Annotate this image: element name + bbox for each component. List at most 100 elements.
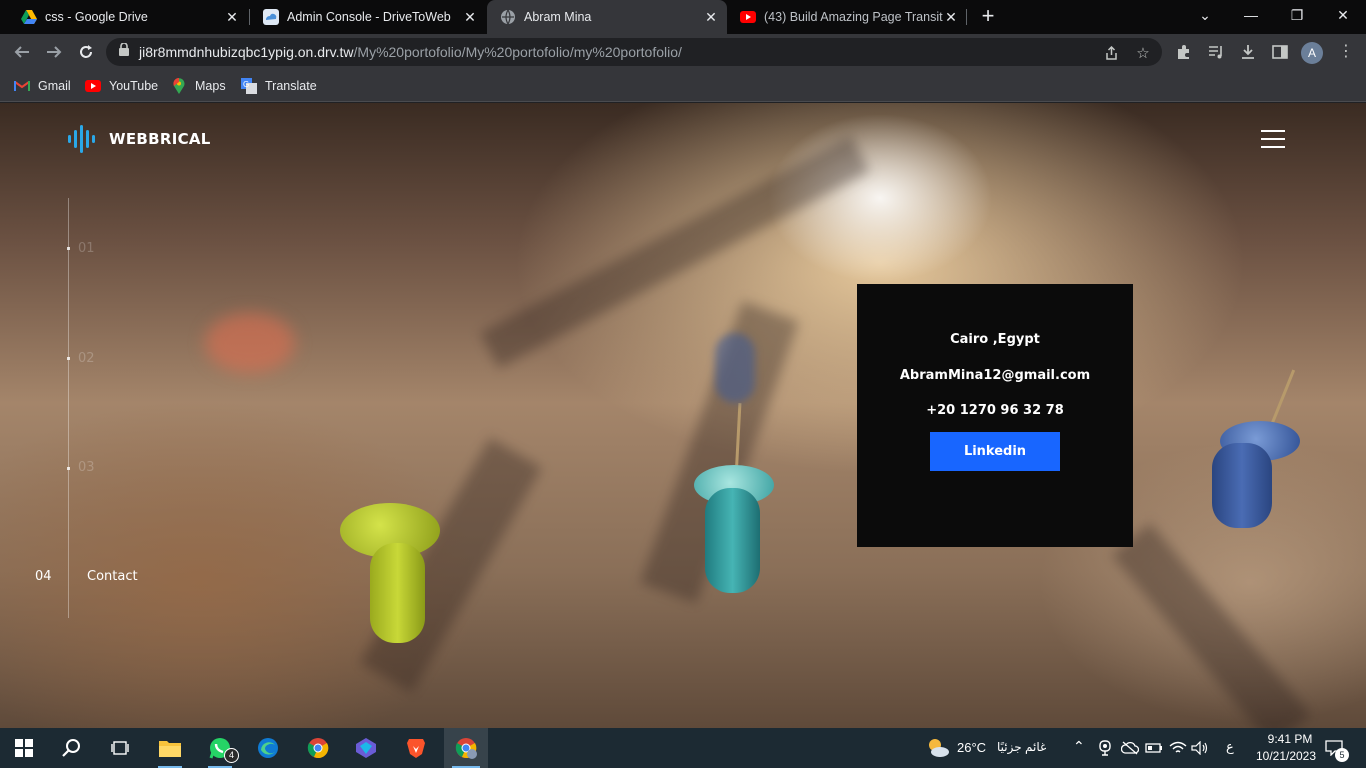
section-dot — [67, 247, 70, 250]
windows-taskbar: 4 26°C غائم جزئيًا ⌃ ع 9:41 PM 10/21/202… — [0, 728, 1366, 768]
tab-divider — [966, 9, 967, 25]
bookmark-gmail[interactable]: Gmail — [14, 76, 71, 96]
weather-icon[interactable] — [922, 728, 954, 768]
chrome-icon[interactable] — [298, 728, 338, 768]
close-window-button[interactable]: ✕ — [1320, 0, 1366, 30]
star-icon[interactable]: ☆ — [1134, 44, 1152, 62]
weather-description[interactable]: غائم جزئيًا — [997, 740, 1046, 754]
url-path: /My%20portofolio/My%20portofolio/my%20po… — [353, 44, 682, 60]
bookmark-translate[interactable]: G Translate — [241, 76, 317, 96]
media-control-icon[interactable] — [1206, 42, 1226, 62]
bookmark-label: Gmail — [38, 79, 71, 93]
google-drive-icon — [21, 9, 37, 25]
bookmark-label: Translate — [265, 79, 317, 93]
bookmark-maps[interactable]: Maps — [171, 76, 226, 96]
gmail-icon — [14, 78, 30, 94]
windows-start-icon[interactable] — [4, 728, 44, 768]
current-section-number: 04 — [35, 569, 52, 584]
tab-title: Abram Mina — [524, 10, 592, 24]
chevron-down-icon[interactable]: ⌄ — [1182, 0, 1228, 30]
arrow-right-icon — [47, 46, 62, 58]
section-nav-03[interactable]: 03 — [78, 460, 95, 475]
contact-card: Cairo ,Egypt AbramMina12@gmail.com +20 1… — [857, 284, 1133, 547]
chrome-profile-icon[interactable] — [444, 728, 488, 768]
bookmarks-bar: Gmail YouTube Maps G Translate — [0, 70, 1366, 102]
section-nav-02[interactable]: 02 — [78, 351, 95, 366]
pin-shadow — [480, 135, 870, 369]
tab-abram-mina[interactable]: Abram Mina ✕ — [487, 0, 727, 34]
back-button[interactable] — [10, 40, 34, 64]
tab-admin-console[interactable]: Admin Console - DriveToWeb ✕ — [250, 0, 486, 34]
contact-phone: +20 1270 96 32 78 — [926, 403, 1064, 418]
tab-strip: css - Google Drive ✕ Admin Console - Dri… — [0, 0, 1366, 34]
tab-youtube-video[interactable]: (43) Build Amazing Page Transiti ✕ — [727, 0, 967, 34]
clock-date[interactable]: 10/21/2023 — [1251, 749, 1321, 763]
address-bar[interactable]: ji8r8mmdnhubizqbc1ypig.on.drv.tw/My%20po… — [106, 38, 1162, 66]
tab-google-drive[interactable]: css - Google Drive ✕ — [8, 0, 248, 34]
download-icon[interactable] — [1238, 42, 1258, 62]
arrow-left-icon — [14, 46, 29, 58]
restore-button[interactable]: ❐ — [1274, 0, 1320, 30]
svg-text:G: G — [243, 80, 249, 89]
url-host: ji8r8mmdnhubizqbc1ypig.on.drv.tw — [139, 44, 354, 60]
profile-avatar[interactable]: A — [1301, 42, 1323, 64]
file-explorer-icon[interactable] — [150, 728, 190, 768]
globe-icon — [500, 9, 516, 25]
yellow-pin-body — [370, 543, 425, 643]
weather-temperature[interactable]: 26°C — [957, 740, 986, 755]
blue-pin-body — [1212, 443, 1272, 528]
close-icon[interactable]: ✕ — [943, 9, 959, 25]
wifi-icon[interactable] — [1167, 728, 1189, 768]
share-icon[interactable] — [1102, 44, 1120, 62]
notification-badge: 5 — [1335, 748, 1349, 762]
clock-time[interactable]: 9:41 PM — [1258, 732, 1322, 746]
current-section-label: Contact — [87, 569, 138, 584]
battery-icon[interactable] — [1143, 728, 1165, 768]
contact-email[interactable]: AbramMina12@gmail.com — [900, 368, 1090, 383]
brave-icon[interactable] — [396, 728, 436, 768]
new-tab-button[interactable]: + — [976, 5, 1000, 29]
section-progress-line — [68, 198, 69, 618]
browser-toolbar: ji8r8mmdnhubizqbc1ypig.on.drv.tw/My%20po… — [0, 34, 1366, 70]
reload-button[interactable] — [74, 40, 98, 64]
contact-location: Cairo ,Egypt — [950, 332, 1040, 347]
close-icon[interactable]: ✕ — [703, 9, 719, 25]
edge-icon[interactable] — [248, 728, 288, 768]
portfolio-page: WEBBRICAL 01 02 03 04 Contact Cairo ,Egy… — [0, 103, 1366, 728]
cloud-off-icon[interactable] — [1119, 728, 1141, 768]
site-logo[interactable]: WEBBRICAL — [67, 125, 211, 153]
close-icon[interactable]: ✕ — [462, 9, 478, 25]
volume-icon[interactable] — [1189, 728, 1211, 768]
search-icon[interactable] — [52, 728, 92, 768]
notification-center-icon[interactable]: 5 — [1322, 728, 1349, 768]
minimize-button[interactable]: — — [1228, 0, 1274, 30]
task-view-icon[interactable] — [100, 728, 140, 768]
input-language[interactable]: ع — [1226, 739, 1234, 755]
extensions-icon[interactable] — [1174, 42, 1194, 62]
teal-pin-body — [705, 488, 760, 593]
forward-button[interactable] — [42, 40, 66, 64]
chevron-up-icon[interactable]: ⌃ — [1073, 738, 1085, 755]
reload-icon — [80, 45, 92, 58]
bookmark-label: YouTube — [109, 79, 159, 93]
soundwave-logo-icon — [68, 125, 95, 153]
youtube-icon — [740, 9, 756, 25]
more-menu-icon[interactable]: ⋮ — [1336, 42, 1356, 62]
linkedin-button[interactable]: Linkedin — [930, 432, 1060, 471]
close-icon[interactable]: ✕ — [224, 9, 240, 25]
webcam-icon[interactable] — [1094, 728, 1116, 768]
logo-text: WEBBRICAL — [109, 130, 211, 148]
whatsapp-badge: 4 — [224, 748, 239, 763]
pin-shadow — [1111, 523, 1311, 728]
section-nav-01[interactable]: 01 — [78, 241, 95, 256]
tab-title: (43) Build Amazing Page Transiti — [764, 10, 943, 24]
bookmark-youtube[interactable]: YouTube — [85, 76, 158, 96]
lock-icon — [119, 42, 129, 61]
side-panel-icon[interactable] — [1270, 42, 1290, 62]
section-dot — [67, 467, 70, 470]
hamburger-menu-icon[interactable] — [1261, 130, 1285, 148]
tab-title: css - Google Drive — [45, 10, 148, 24]
whatsapp-icon[interactable]: 4 — [200, 728, 240, 768]
section-dot — [67, 357, 70, 360]
copilot-icon[interactable] — [346, 728, 386, 768]
